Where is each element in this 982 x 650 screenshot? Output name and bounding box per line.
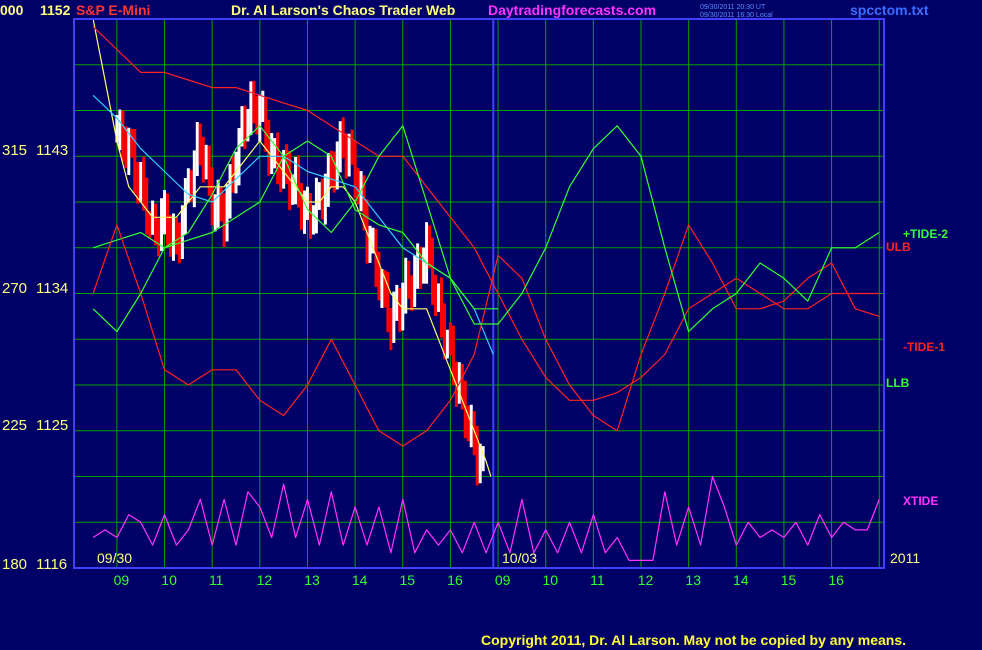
chart-grid — [74, 18, 884, 569]
timestamp-local: 09/30/2011 16:30 Local — [700, 12, 773, 19]
x-tick-label: 09 — [113, 572, 130, 588]
year-label: 2011 — [890, 550, 921, 566]
y-tick-price-1125: 1125 — [36, 417, 69, 434]
x-tick-label: 13 — [304, 572, 320, 588]
series-label-plus-tide: +TIDE-2 — [903, 227, 949, 241]
x-tick-label: 14 — [733, 572, 749, 588]
x-tick-label: 13 — [685, 572, 701, 588]
y-tick-price-1116: 1116 — [36, 556, 68, 573]
y-tick-left-1143: 315 — [2, 142, 28, 159]
x-tick-label: 09 — [494, 572, 511, 588]
x-tick-label: 10 — [542, 572, 559, 588]
filename-label: spcctom.txt — [850, 2, 929, 18]
date-label-0930: 09/30 — [97, 550, 133, 566]
x-tick-label: 15 — [780, 572, 797, 588]
x-tick-label: 16 — [447, 572, 463, 588]
x-tick-label: 16 — [828, 572, 844, 588]
x-tick-label: 12 — [637, 572, 654, 588]
date-label-1003: 10/03 — [502, 550, 538, 566]
chart-series — [92, 18, 880, 562]
timestamp-ut: 09/30/2011 20:30 UT — [700, 4, 766, 11]
price-header: 1152 — [40, 2, 71, 18]
series-label-ulb: ULB — [886, 240, 911, 254]
series-line-minus_tide — [92, 224, 880, 447]
x-tick-label: 12 — [256, 572, 273, 588]
chart-canvas — [73, 18, 885, 569]
x-tick-label: 11 — [590, 572, 605, 588]
y-tick-price-1143: 1143 — [36, 142, 69, 159]
x-tick-label: 15 — [399, 572, 416, 588]
symbol-label: S&P E-Mini — [76, 2, 151, 18]
series-label-llb: LLB — [886, 376, 910, 390]
y-tick-price-1134: 1134 — [36, 280, 69, 297]
series-line-xtide — [92, 475, 880, 562]
x-tick-label: 10 — [161, 572, 177, 588]
y-tick-left-1116: 180 — [2, 556, 28, 573]
series-label-xtide: XTIDE — [903, 494, 939, 508]
copyright-notice: Copyright 2011, Dr. Al Larson. May not b… — [481, 632, 907, 648]
series-label-minus-tide: -TIDE-1 — [903, 340, 945, 354]
chart-title: Dr. Al Larson's Chaos Trader Web — [231, 2, 456, 18]
x-tick-label: 14 — [351, 572, 368, 588]
left-code-header: 000 — [0, 2, 24, 18]
y-tick-left-1125: 225 — [2, 417, 28, 434]
site-link[interactable]: Daytradingforecasts.com — [488, 2, 656, 18]
price-bars — [115, 80, 485, 486]
x-tick-label: 11 — [208, 572, 224, 588]
y-tick-left-1134: 270 — [2, 280, 28, 297]
